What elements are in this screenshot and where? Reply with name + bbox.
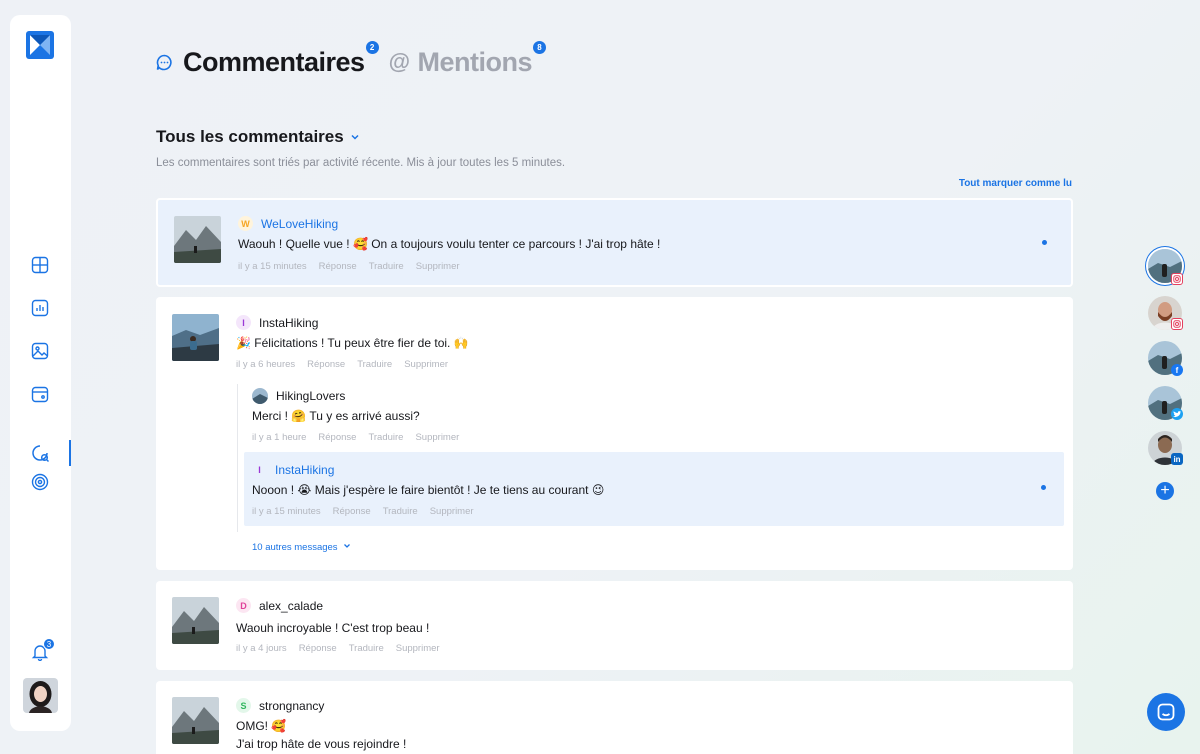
chevron-down-icon [350, 127, 360, 147]
delete-link[interactable]: Supprimer [396, 643, 440, 654]
comment-text-line: OMG! 🥰 [236, 719, 287, 733]
comment-card[interactable]: I InstaHiking 🎉 Félicitations ! Tu peux … [156, 297, 1073, 570]
analytics-icon[interactable] [30, 298, 50, 318]
comment-actions: il y a 6 heures Réponse Traduire Supprim… [236, 359, 448, 370]
author-name[interactable]: strongnancy [259, 699, 324, 713]
reply-author: HikingLovers [252, 388, 345, 404]
author-initial-badge: D [236, 598, 251, 613]
facebook-icon: f [1171, 364, 1183, 376]
linkedin-icon: in [1171, 453, 1183, 465]
tab-mentions[interactable]: @ Mentions 8 [388, 40, 547, 78]
reply-link[interactable]: Réponse [307, 359, 345, 370]
author-initial-badge: I [236, 315, 251, 330]
comment-card[interactable]: S strongnancy OMG! 🥰 J'ai trop hâte de v… [156, 681, 1073, 754]
comment-text-line: J'ai trop hâte de vous rejoindre ! [236, 737, 407, 751]
sort-info-text: Les commentaires sont triés par activité… [156, 157, 566, 169]
delete-link[interactable]: Supprimer [404, 359, 448, 370]
show-more-messages[interactable]: 10 autres messages [252, 542, 351, 553]
reply-time: il y a 1 heure [252, 432, 307, 443]
comment-card[interactable]: D alex_calade Waouh incroyable ! C'est t… [156, 581, 1073, 670]
tab-mentions-count: 8 [533, 40, 547, 54]
comment-bubble-icon [156, 54, 173, 71]
comment-card[interactable]: W WeLoveHiking Waouh ! Quelle vue ! 🥰 On… [156, 198, 1073, 287]
reply-actions: il y a 1 heure Réponse Traduire Supprime… [252, 432, 459, 443]
header-tabs: Commentaires 2 @ Mentions 8 [156, 40, 547, 82]
translate-link[interactable]: Traduire [368, 432, 403, 443]
reply-link[interactable]: Réponse [299, 643, 337, 654]
comment-author: W WeLoveHiking [238, 216, 338, 231]
post-thumbnail[interactable] [172, 314, 219, 361]
comment-time: il y a 4 jours [236, 643, 287, 654]
filter-title: Tous les commentaires [156, 127, 344, 146]
at-sign-icon: @ [388, 49, 410, 74]
comment-actions: il y a 4 jours Réponse Traduire Supprime… [236, 643, 440, 654]
calendar-icon[interactable] [30, 384, 50, 404]
app-logo-icon[interactable] [26, 31, 54, 59]
comment-text: Waouh incroyable ! C'est trop beau ! [236, 621, 430, 635]
author-name[interactable]: InstaHiking [259, 316, 318, 330]
delete-link[interactable]: Supprimer [416, 261, 460, 272]
reply-card-unread[interactable]: I InstaHiking Nooon ! 😭 Mais j'espère le… [244, 452, 1064, 526]
tab-comments-label: Commentaires [183, 46, 365, 77]
author-name[interactable]: alex_calade [259, 599, 323, 613]
reply-author: I InstaHiking [252, 462, 334, 477]
translate-link[interactable]: Traduire [349, 643, 384, 654]
author-initial-badge: I [252, 462, 267, 477]
comment-actions: il y a 15 minutes Réponse Traduire Suppr… [238, 261, 460, 272]
comments-inbox-icon[interactable] [30, 443, 50, 463]
target-icon[interactable] [30, 472, 50, 492]
author-name[interactable]: WeLoveHiking [261, 217, 338, 231]
support-chat-button[interactable] [1147, 693, 1185, 731]
left-navigation-rail: 3 [10, 15, 71, 731]
reply-author-avatar [252, 388, 268, 404]
dashboard-icon[interactable] [30, 255, 50, 275]
add-account-button[interactable]: + [1156, 482, 1174, 500]
translate-link[interactable]: Traduire [383, 506, 418, 517]
user-avatar[interactable] [23, 678, 58, 713]
thread-line [237, 384, 238, 532]
comment-author: D alex_calade [236, 598, 323, 613]
author-name[interactable]: InstaHiking [275, 463, 334, 477]
instagram-icon [1171, 273, 1183, 285]
chevron-down-icon [343, 542, 351, 553]
active-nav-indicator [69, 440, 71, 466]
tab-comments[interactable]: Commentaires 2 [156, 40, 379, 78]
comments-filter-dropdown[interactable]: Tous les commentaires [156, 127, 360, 147]
comment-time: il y a 15 minutes [238, 261, 307, 272]
post-thumbnail[interactable] [172, 697, 219, 744]
post-thumbnail[interactable] [172, 597, 219, 644]
author-initial-badge: W [238, 216, 253, 231]
delete-link[interactable]: Supprimer [430, 506, 474, 517]
unread-dot [1041, 485, 1046, 490]
comment-text: Waouh ! Quelle vue ! 🥰 On a toujours vou… [238, 237, 661, 251]
translate-link[interactable]: Traduire [369, 261, 404, 272]
twitter-icon [1171, 408, 1183, 420]
reply-time: il y a 15 minutes [252, 506, 321, 517]
instagram-icon [1171, 318, 1183, 330]
author-name[interactable]: HikingLovers [276, 389, 345, 403]
comment-text: 🎉 Félicitations ! Tu peux être fier de t… [236, 336, 469, 350]
comment-author: I InstaHiking [236, 315, 318, 330]
reply-actions: il y a 15 minutes Réponse Traduire Suppr… [252, 506, 474, 517]
media-library-icon[interactable] [30, 341, 50, 361]
reply-link[interactable]: Réponse [333, 506, 371, 517]
post-thumbnail[interactable] [174, 216, 221, 263]
mark-all-read-link[interactable]: Tout marquer comme lu [959, 178, 1072, 189]
translate-link[interactable]: Traduire [357, 359, 392, 370]
author-initial-badge: S [236, 698, 251, 713]
reply-text: Nooon ! 😭 Mais j'espère le faire bientôt… [252, 483, 605, 497]
notifications-badge: 3 [43, 638, 55, 650]
reply-link[interactable]: Réponse [319, 261, 357, 272]
comment-time: il y a 6 heures [236, 359, 296, 370]
tab-mentions-label: Mentions [417, 46, 533, 77]
delete-link[interactable]: Supprimer [415, 432, 459, 443]
more-messages-label: 10 autres messages [252, 542, 338, 553]
comment-author: S strongnancy [236, 698, 324, 713]
reply-link[interactable]: Réponse [318, 432, 356, 443]
reply-text: Merci ! 🤗 Tu y es arrivé aussi? [252, 409, 420, 423]
unread-dot [1042, 240, 1047, 245]
tab-comments-count: 2 [365, 40, 379, 54]
